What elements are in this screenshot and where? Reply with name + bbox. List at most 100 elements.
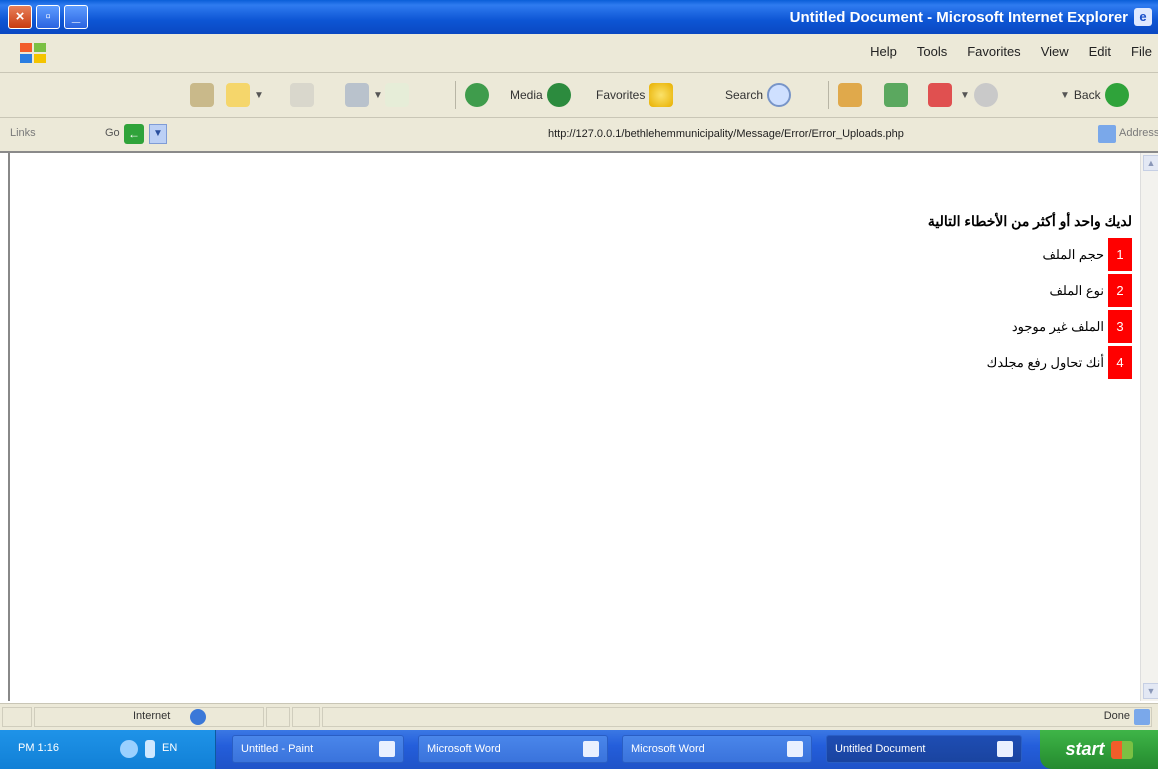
media-button[interactable]: Media (510, 81, 571, 109)
volume-icon[interactable] (145, 740, 155, 758)
error-row: 4 أنك تحاول رفع مجلدك (928, 346, 1132, 379)
edit-button[interactable] (290, 81, 314, 109)
scroll-up-icon[interactable]: ▲ (1143, 155, 1158, 171)
menu-favorites[interactable]: Favorites (967, 44, 1020, 59)
toolbar-separator (455, 81, 456, 109)
research-button[interactable] (190, 81, 214, 109)
address-input[interactable]: http://127.0.0.1/bethlehemmunicipality/M… (548, 128, 904, 140)
error-number: 3 (1108, 310, 1132, 343)
status-bar: Internet Done (0, 703, 1158, 730)
refresh-button[interactable] (884, 81, 908, 109)
address-bar: Links Go ← ▼ http://127.0.0.1/bethlehemm… (0, 118, 1158, 153)
page-icon (1098, 125, 1116, 143)
back-button[interactable]: ▼ Back (1060, 81, 1129, 109)
history-button[interactable] (465, 81, 489, 109)
media-label: Media (510, 88, 543, 102)
home-icon (838, 83, 862, 107)
minimize-button[interactable]: _ (64, 5, 88, 29)
window-title: Untitled Document - Microsoft Internet E… (789, 9, 1128, 26)
error-text: حجم الملف (1042, 246, 1104, 262)
menu-tools[interactable]: Tools (917, 44, 947, 59)
chevron-down-icon: ▼ (254, 89, 264, 101)
menu-help[interactable]: Help (870, 44, 897, 59)
error-row: 1 حجم الملف (928, 238, 1132, 271)
menu-file[interactable]: File (1131, 44, 1152, 59)
messenger-button[interactable]: ▼ (226, 81, 264, 109)
favorites-button[interactable]: Favorites (596, 81, 674, 109)
favorites-label: Favorites (596, 88, 646, 102)
network-icon[interactable] (120, 740, 138, 758)
search-icon (767, 83, 792, 107)
page-content: لديك واحد أو أكثر من الأخطاء التالية 1 ح… (8, 153, 1142, 701)
task-label: Untitled - Paint (241, 743, 314, 755)
zone-label: Internet (133, 710, 171, 722)
chevron-down-icon[interactable]: ▼ (149, 124, 167, 144)
menu-edit[interactable]: Edit (1089, 44, 1111, 59)
windows-logo-icon (20, 43, 46, 63)
history-icon (465, 83, 489, 107)
task-button[interactable]: Microsoft Word (622, 735, 812, 763)
page-done-icon (1134, 709, 1150, 725)
error-text: نوع الملف (1049, 282, 1104, 298)
clock[interactable]: PM 1:16 (18, 742, 59, 754)
search-button[interactable]: Search (725, 81, 792, 109)
search-label: Search (725, 88, 764, 102)
research-icon (190, 83, 214, 107)
error-text: الملف غير موجود (1011, 318, 1104, 334)
stop-icon (928, 83, 952, 107)
maximize-button[interactable]: ▫ (36, 5, 60, 29)
system-tray: PM 1:16 EN (0, 730, 216, 769)
error-number: 1 (1108, 238, 1132, 271)
forward-icon (973, 83, 998, 107)
start-button[interactable]: start (1040, 730, 1158, 769)
print-icon (345, 83, 369, 107)
vertical-scrollbar[interactable]: ▲ ▼ (1140, 153, 1158, 701)
stop-button[interactable] (928, 81, 952, 109)
mail-button[interactable] (385, 81, 409, 109)
home-button[interactable] (838, 81, 862, 109)
go-label[interactable]: Go (105, 127, 120, 139)
chevron-down-icon: ▼ (1060, 89, 1070, 101)
toolbar: ▼ ▼ Media Favorites Search ▼ ▼ Back (0, 73, 1158, 118)
chevron-down-icon: ▼ (373, 89, 383, 101)
edit-icon (290, 83, 314, 107)
status-cell (322, 707, 1152, 727)
task-button[interactable]: Microsoft Word (418, 735, 608, 763)
title-bar: × ▫ _ Untitled Document - Microsoft Inte… (0, 0, 1158, 34)
windows-flag-icon (1110, 740, 1133, 759)
error-list: لديك واحد أو أكثر من الأخطاء التالية 1 ح… (928, 213, 1132, 382)
forward-button[interactable]: ▼ (960, 81, 998, 109)
task-label: Microsoft Word (631, 743, 705, 755)
menu-view[interactable]: View (1041, 44, 1069, 59)
taskbar: PM 1:16 EN Untitled - Paint Microsoft Wo… (0, 730, 1158, 769)
go-arrow-icon[interactable]: ← (124, 124, 144, 144)
task-label: Untitled Document (835, 743, 926, 755)
error-row: 2 نوع الملف (928, 274, 1132, 307)
task-button-active[interactable]: Untitled Document (826, 735, 1022, 763)
language-indicator[interactable]: EN (162, 742, 177, 754)
links-label[interactable]: Links (10, 127, 36, 139)
task-button[interactable]: Untitled - Paint (232, 735, 404, 763)
error-text: أنك تحاول رفع مجلدك (986, 354, 1104, 370)
address-label: Address (1119, 127, 1158, 139)
messenger-icon (226, 83, 250, 107)
mail-icon (385, 83, 409, 107)
paint-icon (379, 741, 395, 757)
error-heading: لديك واحد أو أكثر من الأخطاء التالية (927, 213, 1132, 229)
error-number: 2 (1108, 274, 1132, 307)
back-label: Back (1073, 88, 1101, 102)
print-button[interactable]: ▼ (345, 81, 383, 109)
status-cell (292, 707, 320, 727)
refresh-icon (884, 83, 908, 107)
internet-explorer-icon: e (1134, 8, 1152, 26)
word-icon (583, 741, 599, 757)
close-button[interactable]: × (8, 5, 32, 29)
scroll-down-icon[interactable]: ▼ (1143, 683, 1158, 699)
task-label: Microsoft Word (427, 743, 501, 755)
status-cell (266, 707, 290, 727)
menu-bar: File Edit View Favorites Tools Help (0, 34, 1158, 73)
word-icon (787, 741, 803, 757)
internet-explorer-icon (997, 741, 1013, 757)
back-icon (1104, 83, 1129, 107)
toolbar-separator (828, 81, 829, 109)
